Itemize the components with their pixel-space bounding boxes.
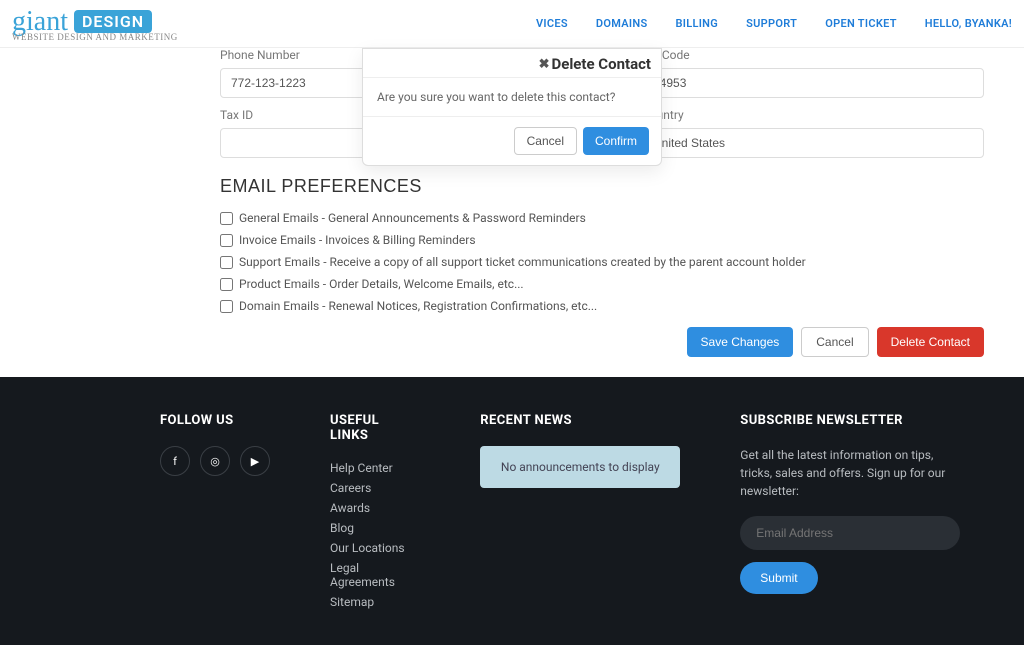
pref-invoice-label: Invoice Emails - Invoices & Billing Remi… [239, 233, 476, 247]
country-input[interactable] [642, 128, 984, 158]
nav-account[interactable]: HELLO, BYANKA! [925, 17, 1012, 30]
modal-body: Are you sure you want to delete this con… [363, 77, 661, 117]
pref-domain-label: Domain Emails - Renewal Notices, Registr… [239, 299, 597, 313]
subscribe-title: SUBSCRIBE NEWSLETTER [740, 413, 964, 428]
link-awards[interactable]: Awards [330, 501, 420, 515]
pref-support-label: Support Emails - Receive a copy of all s… [239, 255, 806, 269]
subscribe-submit-button[interactable]: Submit [740, 562, 817, 594]
footer: FOLLOW US f ◎ ▶ USEFUL LINKS Help Center… [0, 377, 1024, 645]
email-prefs-title: EMAIL PREFERENCES [220, 176, 984, 197]
pref-domain-checkbox[interactable] [220, 300, 233, 313]
logo-badge: DESIGN [74, 10, 152, 33]
close-icon[interactable]: ✖ [539, 58, 550, 71]
cancel-button[interactable]: Cancel [801, 327, 868, 357]
nav-domains[interactable]: DOMAINS [596, 17, 648, 30]
link-help-center[interactable]: Help Center [330, 461, 420, 475]
main-content: ✖ Delete Contact Are you sure you want t… [0, 48, 1024, 377]
link-careers[interactable]: Careers [330, 481, 420, 495]
modal-confirm-button[interactable]: Confirm [583, 127, 649, 155]
nav-billing[interactable]: BILLING [675, 17, 718, 30]
main-nav: VICES DOMAINS BILLING SUPPORT OPEN TICKE… [536, 17, 1012, 30]
useful-links-title: USEFUL LINKS [330, 413, 420, 443]
instagram-icon[interactable]: ◎ [200, 446, 230, 476]
pref-general-checkbox[interactable] [220, 212, 233, 225]
pref-invoice-checkbox[interactable] [220, 234, 233, 247]
link-legal[interactable]: Legal Agreements [330, 561, 420, 589]
pref-support-checkbox[interactable] [220, 256, 233, 269]
pref-product-checkbox[interactable] [220, 278, 233, 291]
youtube-icon[interactable]: ▶ [240, 446, 270, 476]
header: giant DESIGN WEBSITE DESIGN AND MARKETIN… [0, 0, 1024, 48]
facebook-icon[interactable]: f [160, 446, 190, 476]
link-sitemap[interactable]: Sitemap [330, 595, 420, 609]
nav-support[interactable]: SUPPORT [746, 17, 797, 30]
subscribe-email-input[interactable] [740, 516, 960, 550]
link-locations[interactable]: Our Locations [330, 541, 420, 555]
modal-cancel-button[interactable]: Cancel [514, 127, 577, 155]
save-button[interactable]: Save Changes [687, 327, 794, 357]
pref-product-label: Product Emails - Order Details, Welcome … [239, 277, 524, 291]
pref-general-label: General Emails - General Announcements &… [239, 211, 586, 225]
logo-tagline: WEBSITE DESIGN AND MARKETING [12, 32, 178, 42]
nav-services[interactable]: VICES [536, 17, 568, 30]
delete-contact-button[interactable]: Delete Contact [877, 327, 984, 357]
subscribe-text: Get all the latest information on tips, … [740, 446, 964, 500]
nav-open-ticket[interactable]: OPEN TICKET [825, 17, 897, 30]
modal-title: Delete Contact [551, 55, 651, 73]
news-empty-box: No announcements to display [480, 446, 680, 488]
recent-news-title: RECENT NEWS [480, 413, 680, 428]
follow-title: FOLLOW US [160, 413, 270, 428]
delete-contact-modal: ✖ Delete Contact Are you sure you want t… [362, 48, 662, 166]
logo[interactable]: giant DESIGN WEBSITE DESIGN AND MARKETIN… [12, 6, 178, 42]
zip-label: Zip Code [642, 48, 984, 62]
country-label: Country [642, 108, 984, 122]
zip-input[interactable] [642, 68, 984, 98]
link-blog[interactable]: Blog [330, 521, 420, 535]
